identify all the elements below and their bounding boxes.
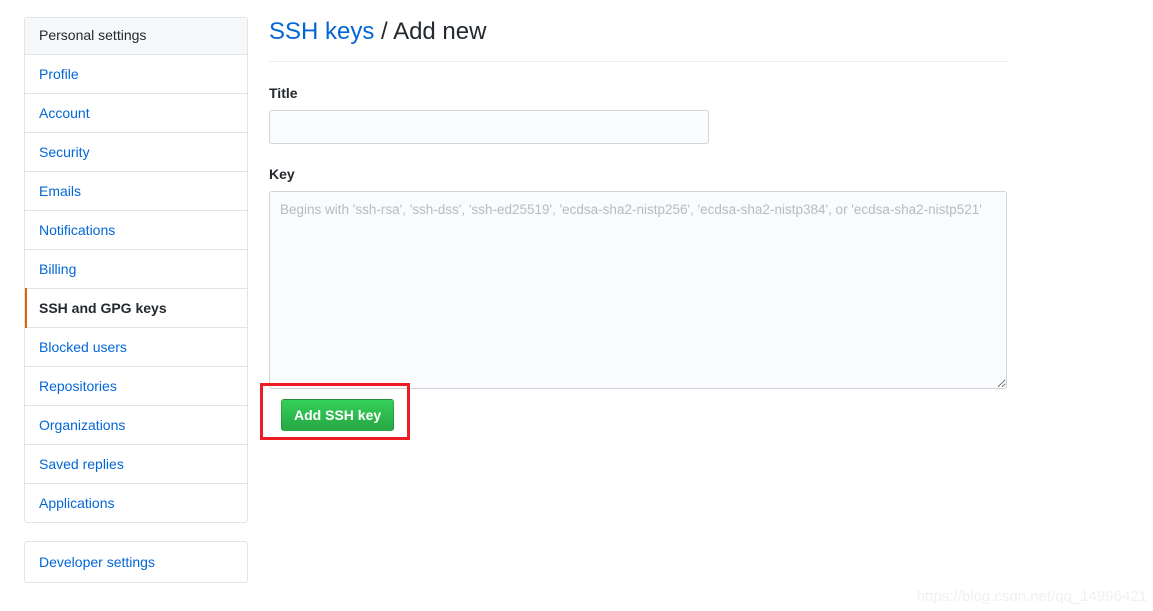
key-field-label: Key: [269, 166, 295, 182]
sidebar-item-applications[interactable]: Applications: [25, 484, 247, 522]
sidebar: Personal settings Profile Account Securi…: [24, 17, 248, 583]
sidebar-item-blocked-users[interactable]: Blocked users: [25, 328, 247, 367]
personal-settings-nav: Personal settings Profile Account Securi…: [24, 17, 248, 523]
breadcrumb-current: Add new: [393, 18, 487, 45]
title-field-group: Title: [269, 85, 1007, 144]
key-textarea[interactable]: [269, 191, 1007, 389]
sidebar-item-notifications[interactable]: Notifications: [25, 211, 247, 250]
sidebar-item-emails[interactable]: Emails: [25, 172, 247, 211]
sidebar-item-repositories[interactable]: Repositories: [25, 367, 247, 406]
sidebar-header: Personal settings: [25, 18, 247, 55]
sidebar-item-organizations[interactable]: Organizations: [25, 406, 247, 445]
sidebar-item-security[interactable]: Security: [25, 133, 247, 172]
add-ssh-key-button[interactable]: Add SSH key: [281, 399, 395, 431]
key-field-group: Key: [269, 166, 1007, 389]
sidebar-item-profile[interactable]: Profile: [25, 55, 247, 94]
title-input[interactable]: [269, 110, 709, 144]
developer-settings-nav: Developer settings: [24, 541, 248, 583]
main-content: SSH keys / Add new Title Key: [269, 17, 1007, 389]
breadcrumb-separator: /: [374, 18, 394, 45]
submit-highlight-annotation: Add SSH key: [260, 383, 410, 440]
page-title: SSH keys / Add new: [269, 17, 1007, 62]
sidebar-item-account[interactable]: Account: [25, 94, 247, 133]
watermark: https://blog.csdn.net/qq_14996421: [916, 588, 1147, 605]
sidebar-item-saved-replies[interactable]: Saved replies: [25, 445, 247, 484]
breadcrumb-ssh-keys-link[interactable]: SSH keys: [269, 18, 374, 45]
title-field-label: Title: [269, 85, 298, 101]
sidebar-item-ssh-and-gpg-keys[interactable]: SSH and GPG keys: [25, 288, 247, 328]
sidebar-item-developer-settings[interactable]: Developer settings: [25, 542, 247, 582]
page-root: Personal settings Profile Account Securi…: [0, 0, 1153, 611]
sidebar-item-billing[interactable]: Billing: [25, 250, 247, 289]
